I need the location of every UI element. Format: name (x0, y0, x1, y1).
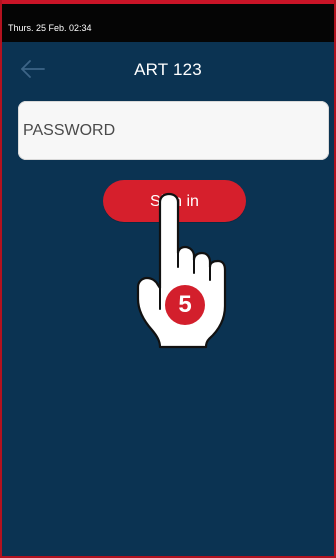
page-title: ART 123 (134, 60, 202, 79)
step-badge: 5 (165, 285, 205, 325)
password-field[interactable] (18, 101, 329, 160)
top-accent-line (2, 0, 334, 4)
status-datetime: Thurs. 25 Feb. 02:34 (8, 23, 92, 33)
app-header: ART 123 (2, 42, 334, 94)
phone-screen: Thurs. 25 Feb. 02:34 ART 123 Sign in 5 (0, 0, 336, 558)
status-bar: Thurs. 25 Feb. 02:34 (2, 0, 334, 42)
